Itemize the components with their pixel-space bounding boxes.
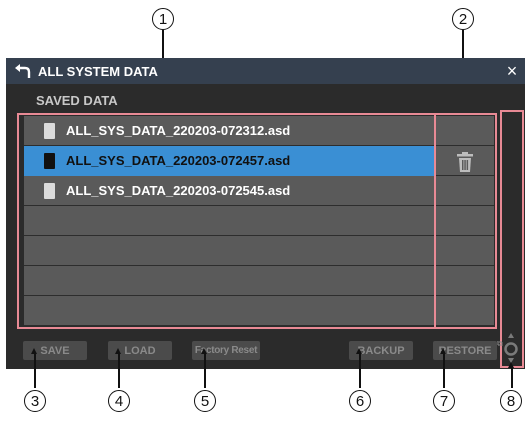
file-list-highlight: [17, 113, 436, 329]
close-icon[interactable]: ×: [499, 58, 525, 84]
window-title: ALL SYSTEM DATA: [38, 64, 158, 79]
callout-7: 7: [433, 390, 455, 412]
callout-3: 3: [24, 390, 46, 412]
section-label: SAVED DATA: [36, 93, 118, 108]
restore-external-icon: ⧉: [497, 339, 503, 348]
callout-3-leader: [31, 348, 37, 388]
callout-6: 6: [349, 390, 371, 412]
callout-2: 2: [452, 8, 474, 30]
back-arrow-icon[interactable]: [14, 62, 32, 80]
scroll-knob-icon[interactable]: [504, 333, 518, 363]
callout-4-leader: [115, 348, 121, 388]
scrollbar-highlight: [500, 110, 524, 368]
callout-7-leader: [440, 348, 446, 388]
callout-4: 4: [108, 390, 130, 412]
callout-6-leader: [356, 348, 362, 388]
callout-8-leader: [508, 362, 514, 388]
callout-5-leader: [201, 348, 207, 388]
callout-5: 5: [194, 390, 216, 412]
callout-8: 8: [500, 390, 522, 412]
delete-column-highlight: [434, 113, 497, 329]
callout-1: 1: [152, 8, 174, 30]
